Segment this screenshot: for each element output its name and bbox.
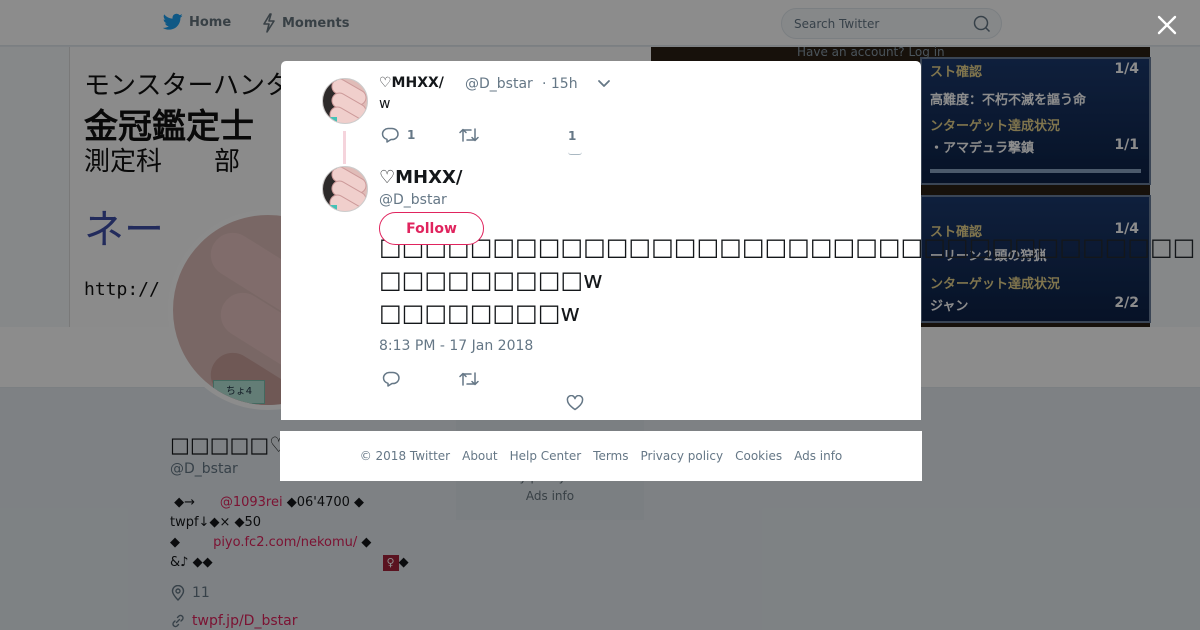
- heart-icon[interactable]: [566, 395, 584, 411]
- tweet-text: □□□□□□□□□□□□□□□□□□□□□□□□□□□□□□□□□□□□ □□□…: [379, 233, 1196, 327]
- tweet-avatar[interactable]: [322, 78, 368, 124]
- like-count: 1: [568, 129, 577, 143]
- reply-button[interactable]: 1: [381, 127, 415, 143]
- tweet-avatar[interactable]: [322, 166, 368, 212]
- footer-cookies-link[interactable]: Cookies: [735, 449, 782, 463]
- retweet-button[interactable]: [459, 127, 479, 143]
- retweet-icon[interactable]: [459, 371, 479, 387]
- footer-about-link[interactable]: About: [462, 449, 497, 463]
- parent-tweet-time[interactable]: · 15h: [542, 76, 578, 92]
- tweet-permalink-modal: ♡MHXX/ @D_bstar · 15h w 1 1 ♡MHXX/ @D_bs…: [281, 61, 1195, 420]
- parent-tweet-text: w: [379, 96, 391, 112]
- avatar-shape: [325, 205, 337, 211]
- footer-copyright: © 2018 Twitter: [359, 449, 451, 463]
- reply-icon[interactable]: [382, 371, 400, 387]
- thread-connector: [343, 131, 346, 164]
- footer-help-link[interactable]: Help Center: [510, 449, 582, 463]
- tweet-timestamp[interactable]: 8:13 PM - 17 Jan 2018: [379, 338, 533, 354]
- close-icon[interactable]: [1155, 13, 1179, 37]
- parent-tweet-display-name[interactable]: ♡MHXX/: [379, 75, 444, 91]
- parent-tweet-actions: 1 1: [381, 127, 601, 147]
- tweet-handle[interactable]: @D_bstar: [379, 192, 447, 208]
- retweet-icon: [459, 128, 479, 142]
- reply-icon: [381, 127, 399, 143]
- footer-ads-link[interactable]: Ads info: [794, 449, 842, 463]
- tweet-display-name[interactable]: ♡MHXX/: [379, 167, 462, 188]
- footer-privacy-link[interactable]: Privacy policy: [641, 449, 724, 463]
- avatar-shape: [325, 117, 337, 123]
- chevron-down-icon[interactable]: [597, 79, 611, 89]
- parent-tweet-handle[interactable]: @D_bstar: [465, 76, 533, 92]
- reply-count: 1: [407, 128, 416, 142]
- modal-footer: © 2018 Twitter About Help Center Terms P…: [280, 431, 922, 481]
- footer-terms-link[interactable]: Terms: [593, 449, 628, 463]
- follow-button[interactable]: Follow: [379, 212, 484, 245]
- heart-icon[interactable]: [568, 152, 582, 155]
